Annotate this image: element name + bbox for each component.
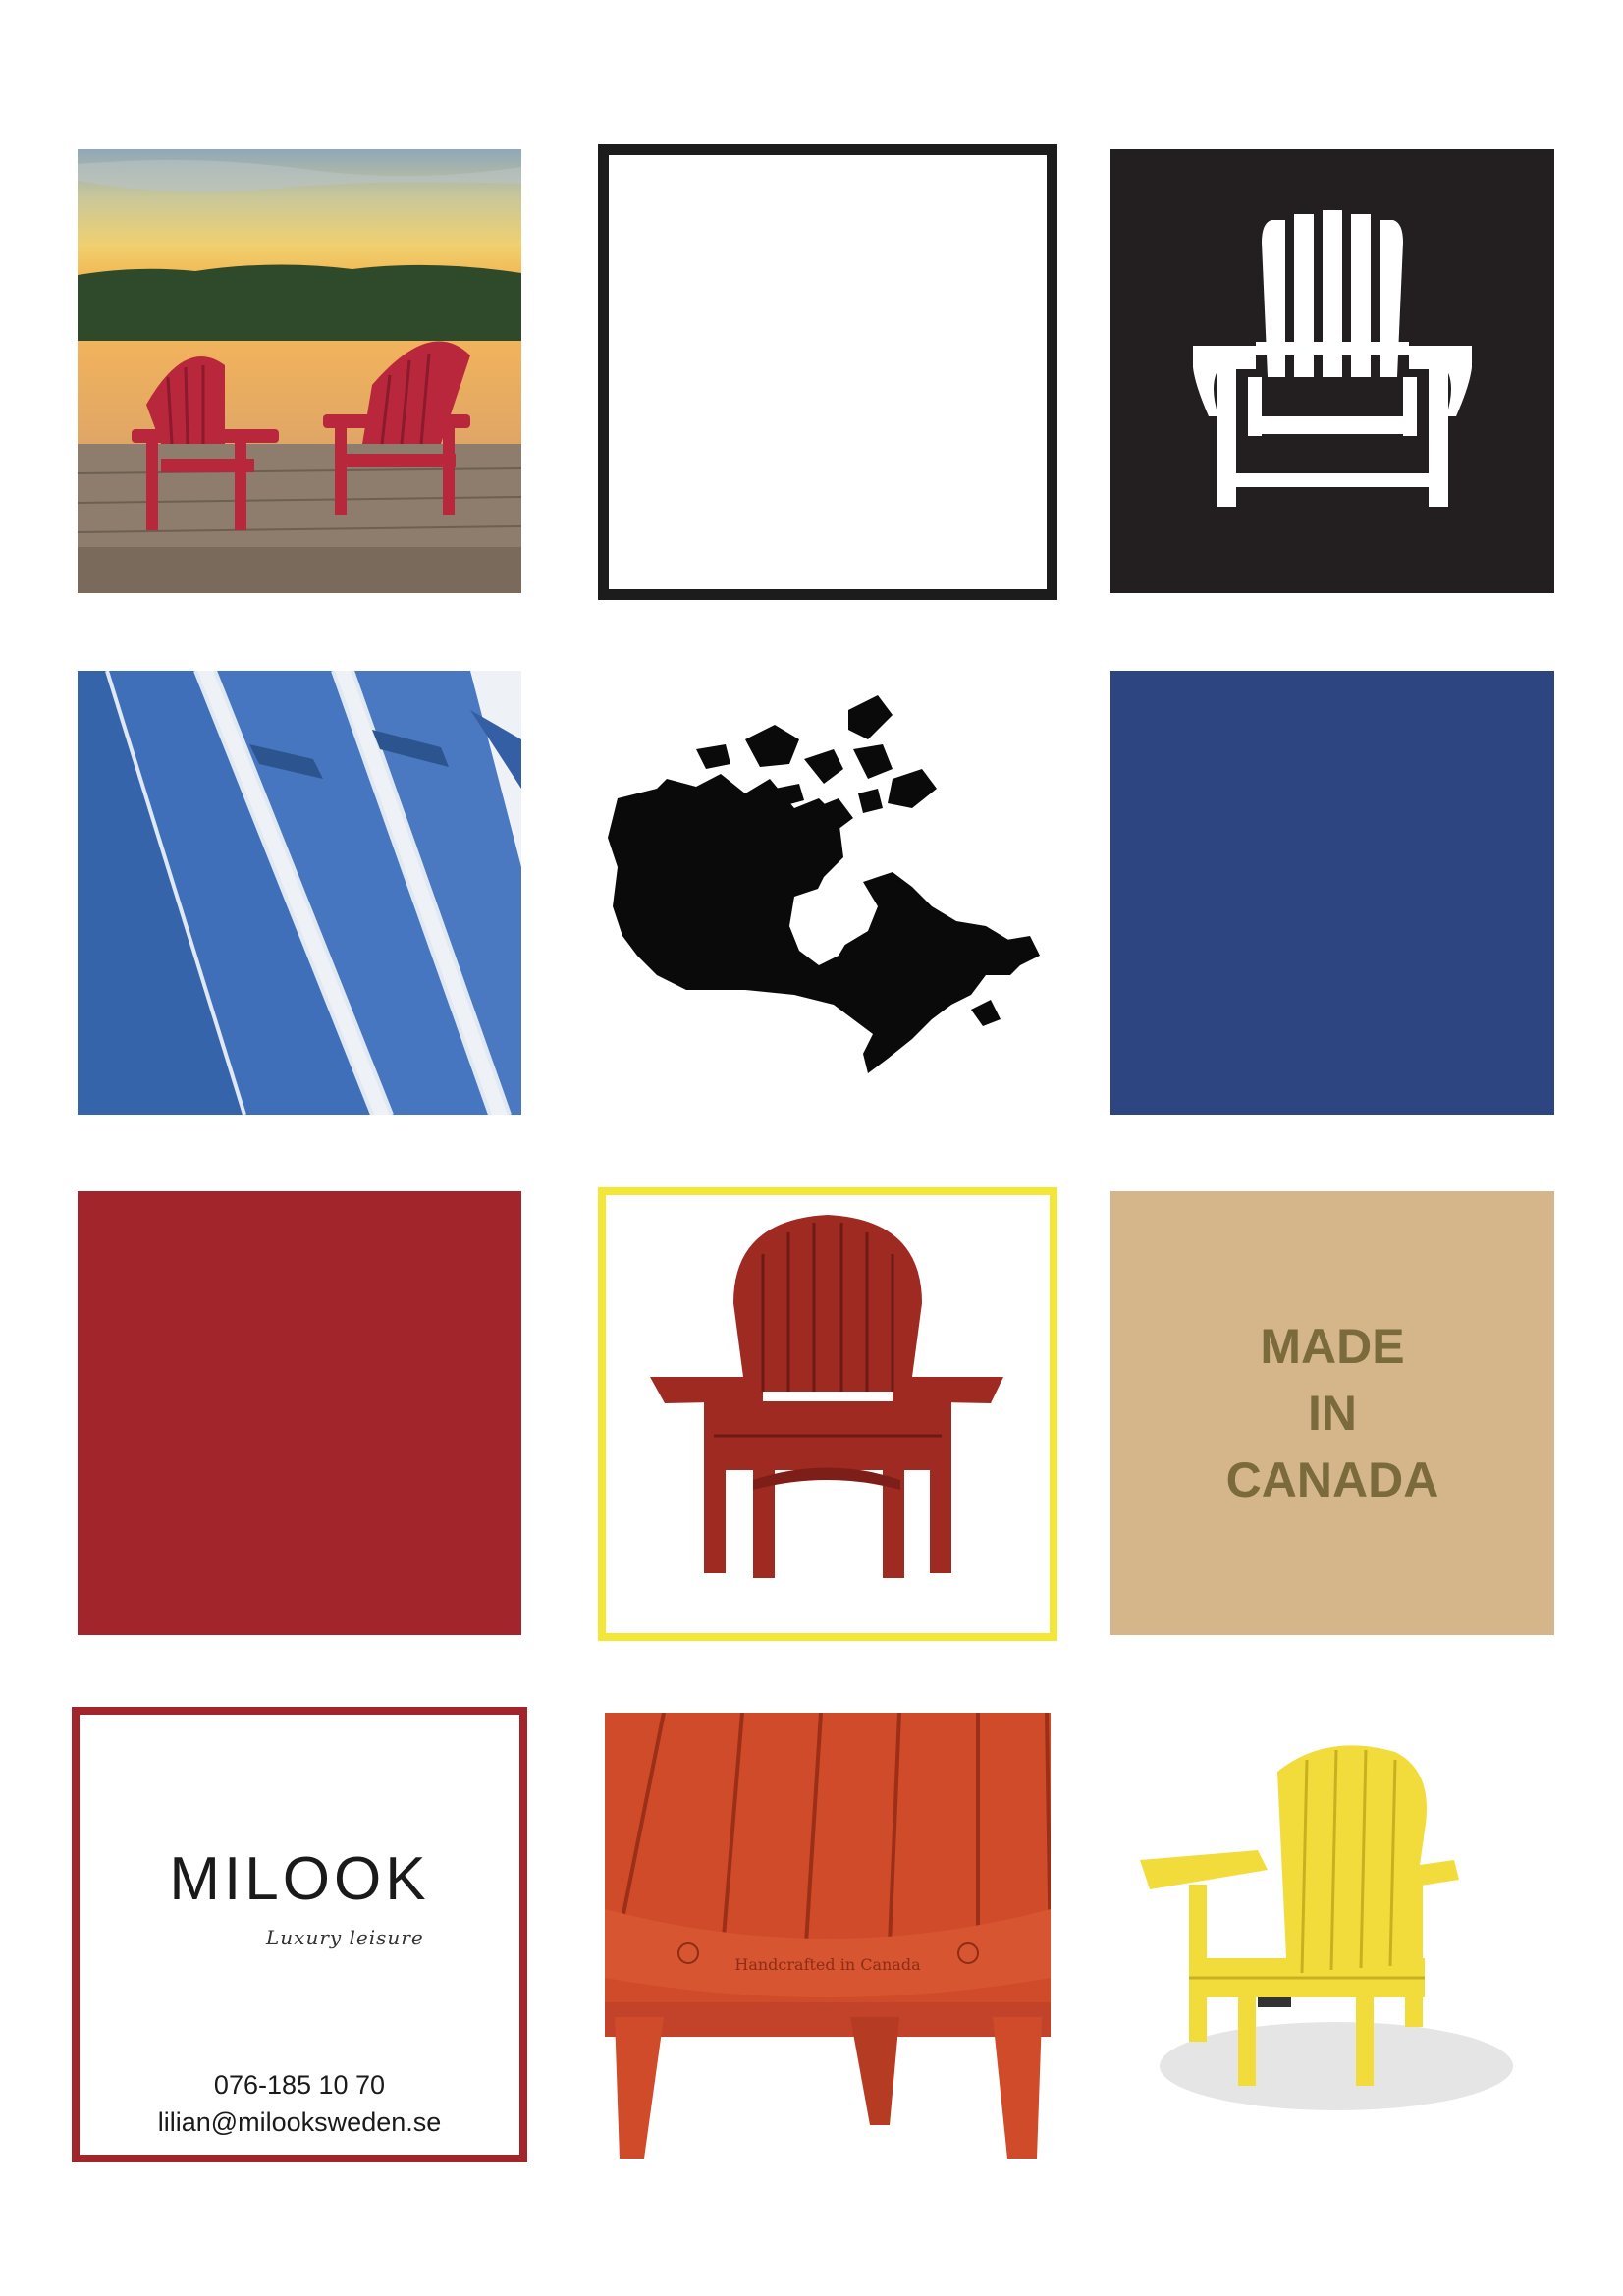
- made-line-2: IN: [1308, 1386, 1357, 1441]
- adirondack-chair-icon: [1110, 149, 1554, 593]
- navy-color-swatch: [1110, 671, 1554, 1115]
- handcrafted-engraving: Handcrafted in Canada: [734, 1955, 921, 1974]
- made-line-1: MADE: [1260, 1319, 1405, 1374]
- yellow-adirondack-chair-photo: [1110, 1713, 1554, 2157]
- red-color-swatch: [78, 1191, 521, 1635]
- phone-number: 076-185 10 70: [213, 2070, 386, 2100]
- made-line-3: CANADA: [1225, 1452, 1439, 1507]
- lake-sunset-chairs-photo: [78, 149, 521, 593]
- brand-logo: MILOOK: [169, 1845, 430, 1913]
- orange-chair-closeup-photo: Handcrafted in Canada: [605, 1713, 1051, 2159]
- made-in-canada-panel: MADE IN CANADA: [1110, 1191, 1554, 1635]
- blue-chair-slats-photo: [78, 671, 521, 1115]
- made-in-canada-text: MADE IN CANADA: [1226, 1313, 1439, 1513]
- canada-map-icon: [598, 671, 1042, 1115]
- brand-tagline: Luxury leisure: [266, 1926, 424, 1949]
- email-address: lilian@milooksweden.se: [157, 2107, 442, 2137]
- red-adirondack-chair-photo: [598, 1187, 1057, 1641]
- milook-contact-card: MILOOK Luxury leisure 076-185 10 70 lili…: [72, 1707, 527, 2162]
- empty-frame: [598, 144, 1057, 600]
